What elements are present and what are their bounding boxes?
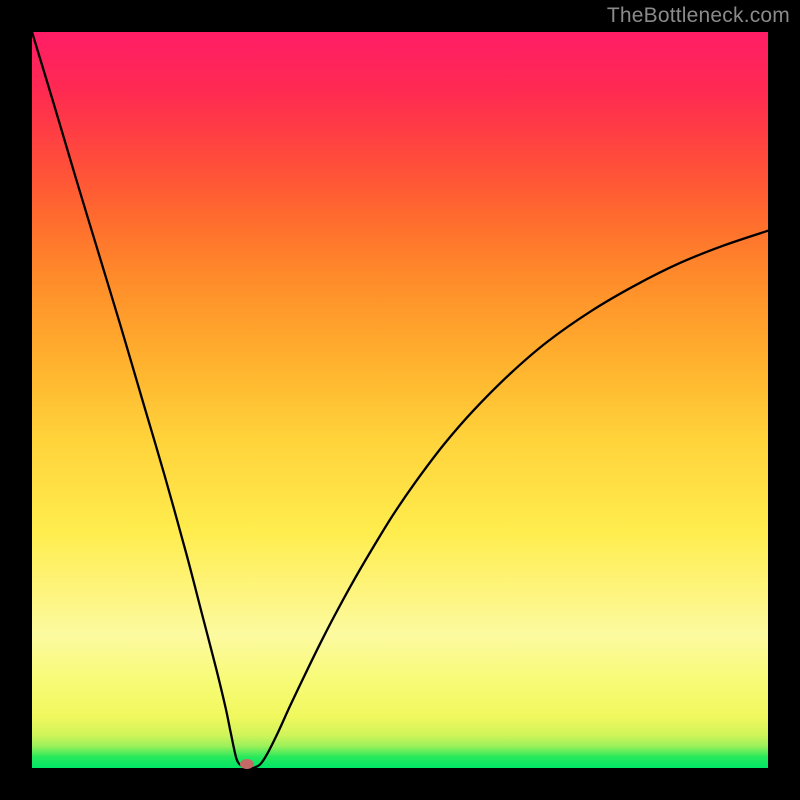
watermark-text: TheBottleneck.com <box>607 4 790 28</box>
bottleneck-curve <box>32 32 768 768</box>
chart-frame: TheBottleneck.com <box>0 0 800 800</box>
minimum-marker <box>240 759 254 769</box>
chart-svg <box>32 32 768 768</box>
